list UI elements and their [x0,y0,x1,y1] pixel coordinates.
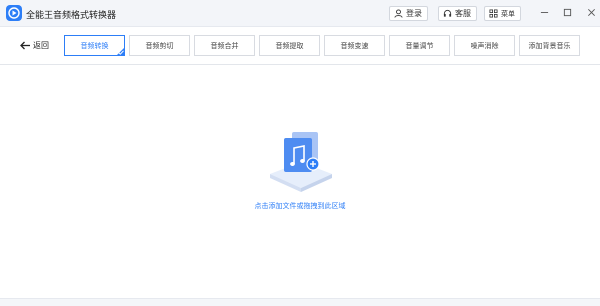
menu-button[interactable]: 菜单 [484,6,521,21]
tab-add-background-music[interactable]: 添加背景音乐 [519,35,580,56]
app-title: 全能王音频格式转换器 [26,11,117,21]
hint-or: 或 [296,202,304,210]
tab-audio-extract[interactable]: 音频提取 [259,35,320,56]
tab-label: 添加背景音乐 [528,41,571,50]
tab-label: 音频变速 [340,41,369,50]
menu-label: 菜单 [501,9,515,18]
headset-icon [443,9,452,17]
tab-label: 音频转换 [80,41,109,50]
hint-click-add[interactable]: 点击添加文件 [255,202,297,210]
check-icon [118,50,124,55]
bottom-bar [0,298,600,306]
tab-audio-convert[interactable]: 音频转换 [64,35,125,56]
tab-label: 音频剪切 [145,41,174,50]
tab-volume-adjust[interactable]: 音量调节 [389,35,450,56]
close-button[interactable] [584,5,598,19]
user-icon [394,9,403,18]
tab-label: 音频合并 [210,41,239,50]
tab-label: 噪声消除 [470,41,499,50]
tab-label: 音量调节 [405,41,434,50]
hint-drag: 拖拽到此区域 [303,202,346,210]
music-file-add-icon[interactable] [266,128,336,194]
title-bar: 全能王音频格式转换器 登录 客服 菜单 [0,0,600,27]
minimize-button[interactable] [537,5,551,19]
tab-audio-speed[interactable]: 音频变速 [324,35,385,56]
customer-service-button[interactable]: 客服 [438,6,477,21]
app-logo-icon [6,5,22,21]
back-button[interactable]: 返回 [20,40,49,51]
tab-audio-merge[interactable]: 音频合并 [194,35,255,56]
grid-icon [489,9,498,18]
login-label: 登录 [406,9,422,18]
arrow-left-icon [20,41,30,50]
tab-audio-cut[interactable]: 音频剪切 [129,35,190,56]
service-label: 客服 [455,9,471,18]
maximize-button[interactable] [560,5,574,19]
tab-label: 音频提取 [275,41,304,50]
back-label: 返回 [33,41,49,50]
drop-hint[interactable]: 点击添加文件或拖拽到此区域 [0,201,600,211]
close-icon [587,8,595,16]
tab-noise-removal[interactable]: 噪声消除 [454,35,515,56]
maximize-icon [563,8,571,16]
minimize-icon [540,11,548,13]
login-button[interactable]: 登录 [389,6,428,21]
